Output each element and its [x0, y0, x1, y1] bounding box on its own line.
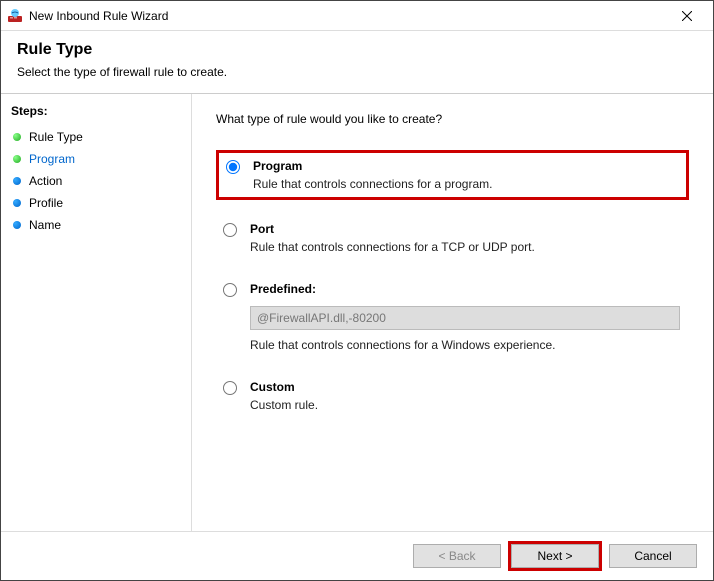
option-label: Predefined: [250, 282, 680, 296]
option-label: Custom [250, 380, 318, 394]
cancel-button[interactable]: Cancel [609, 544, 697, 568]
step-label: Profile [29, 196, 63, 210]
step-bullet-icon [13, 155, 21, 163]
titlebar: New Inbound Rule Wizard [1, 1, 713, 31]
wizard-window: New Inbound Rule Wizard Rule Type Select… [0, 0, 714, 581]
wizard-body: Steps: Rule Type Program Action Profile … [1, 94, 713, 531]
option-predefined[interactable]: Predefined: @FirewallAPI.dll,-80200 Rule… [216, 276, 689, 358]
option-custom[interactable]: Custom Custom rule. [216, 374, 689, 418]
question-label: What type of rule would you like to crea… [216, 112, 689, 126]
step-bullet-icon [13, 199, 21, 207]
radio-program[interactable] [226, 160, 240, 174]
option-program[interactable]: Program Rule that controls connections f… [216, 150, 689, 200]
option-desc: Custom rule. [250, 398, 318, 412]
steps-sidebar: Steps: Rule Type Program Action Profile … [1, 94, 191, 531]
step-label: Rule Type [29, 130, 83, 144]
window-title: New Inbound Rule Wizard [29, 9, 667, 23]
radio-port[interactable] [223, 223, 237, 237]
step-action[interactable]: Action [11, 170, 181, 192]
step-rule-type[interactable]: Rule Type [11, 126, 181, 148]
step-program[interactable]: Program [11, 148, 181, 170]
step-bullet-icon [13, 133, 21, 141]
step-label: Program [29, 152, 75, 166]
step-profile[interactable]: Profile [11, 192, 181, 214]
radio-predefined[interactable] [223, 283, 237, 297]
next-button[interactable]: Next > [511, 544, 599, 568]
predefined-select-value: @FirewallAPI.dll,-80200 [257, 311, 386, 325]
option-label: Port [250, 222, 535, 236]
page-subtitle: Select the type of firewall rule to crea… [17, 65, 697, 79]
close-button[interactable] [667, 2, 707, 30]
back-button[interactable]: < Back [413, 544, 501, 568]
step-label: Action [29, 174, 62, 188]
option-desc: Rule that controls connections for a TCP… [250, 240, 535, 254]
wizard-footer: < Back Next > Cancel [1, 531, 713, 580]
step-bullet-icon [13, 177, 21, 185]
predefined-select[interactable]: @FirewallAPI.dll,-80200 [250, 306, 680, 330]
option-port[interactable]: Port Rule that controls connections for … [216, 216, 689, 260]
step-name[interactable]: Name [11, 214, 181, 236]
option-desc: Rule that controls connections for a Win… [250, 338, 680, 352]
firewall-icon [7, 8, 23, 24]
steps-heading: Steps: [11, 104, 181, 118]
header-block: Rule Type Select the type of firewall ru… [1, 31, 713, 94]
option-desc: Rule that controls connections for a pro… [253, 177, 492, 191]
options-group: Program Rule that controls connections f… [216, 150, 689, 418]
step-label: Name [29, 218, 61, 232]
radio-custom[interactable] [223, 381, 237, 395]
step-bullet-icon [13, 221, 21, 229]
wizard-content: What type of rule would you like to crea… [191, 94, 713, 531]
page-title: Rule Type [17, 41, 697, 59]
option-label: Program [253, 159, 492, 173]
